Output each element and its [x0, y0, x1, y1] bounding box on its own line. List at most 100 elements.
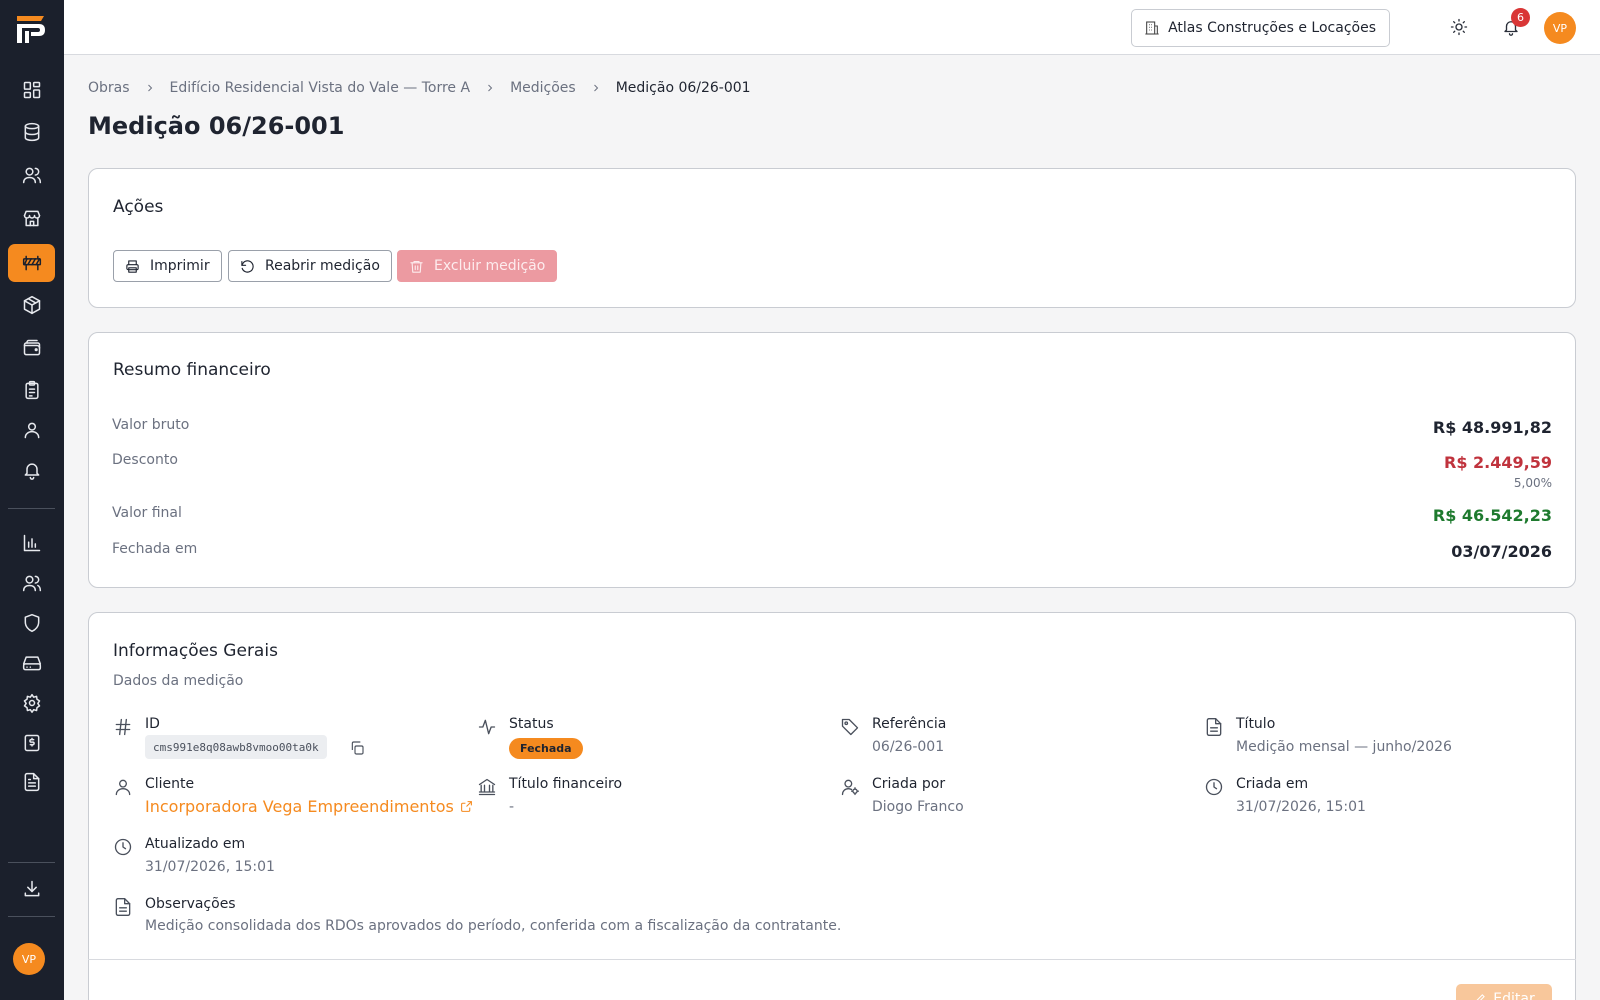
sidebar-item-store[interactable] — [8, 199, 55, 237]
financial-title-label: Título financeiro — [509, 776, 623, 792]
reference-value: 06/26-001 — [872, 739, 945, 755]
company-selector-button[interactable]: Atlas Construções e Locações — [1131, 9, 1390, 47]
breadcrumb-medicoes[interactable]: Medições — [510, 80, 576, 96]
breadcrumb-obras[interactable]: Obras — [88, 80, 130, 96]
sidebar-item-packages[interactable] — [8, 286, 55, 324]
sidebar-item-reports[interactable] — [8, 524, 55, 562]
delete-label: Excluir medição — [434, 258, 546, 274]
theme-toggle-button[interactable] — [1448, 16, 1470, 38]
trash-icon — [410, 260, 423, 273]
sidebar-item-settings[interactable] — [8, 684, 55, 722]
reopen-label: Reabrir medição — [265, 258, 380, 274]
id-value: cms991e8q08awb8vmoo00ta0k — [145, 735, 327, 759]
user-cog-icon — [840, 777, 860, 797]
download-icon — [24, 880, 39, 897]
closed-value: 03/07/2026 — [1451, 542, 1552, 561]
user-icon — [24, 422, 39, 439]
discount-label: Desconto — [112, 452, 178, 468]
app-logo[interactable] — [14, 12, 48, 46]
gross-label: Valor bruto — [112, 417, 190, 433]
copy-icon[interactable] — [349, 740, 365, 756]
updated-at-label: Atualizado em — [145, 836, 246, 852]
breadcrumb-obra[interactable]: Edifício Residencial Vista do Vale — Tor… — [170, 80, 471, 96]
sidebar-item-billing[interactable] — [8, 724, 55, 762]
sidebar-item-database[interactable] — [8, 113, 55, 151]
financial-title: Resumo financeiro — [113, 360, 271, 380]
hash-icon — [113, 717, 133, 737]
sidebar-avatar[interactable]: VP — [13, 943, 45, 975]
client-name: Incorporadora Vega Empreendimentos — [145, 797, 454, 816]
info-subtitle: Dados da medição — [113, 673, 244, 689]
final-label: Valor final — [112, 505, 182, 521]
pencil-icon — [1476, 994, 1486, 1000]
financial-title-value: - — [509, 799, 515, 815]
page-title: Medição 06/26-001 — [88, 112, 345, 140]
package-icon — [23, 295, 40, 315]
notes-label: Observações — [145, 896, 236, 912]
actions-card: Ações — [88, 168, 1576, 308]
sidebar-item-dashboard[interactable] — [8, 71, 55, 109]
activity-icon — [477, 717, 497, 737]
user-icon — [113, 777, 133, 797]
discount-value: R$ 2.449,59 — [1444, 453, 1552, 472]
team-icon — [22, 575, 41, 592]
created-at-label: Criada em — [1236, 776, 1309, 792]
settings-icon — [23, 693, 40, 713]
client-label: Cliente — [145, 776, 195, 792]
final-value: R$ 46.542,23 — [1432, 506, 1552, 525]
bank-icon — [477, 777, 497, 797]
discount-percent: 5,00% — [1513, 476, 1552, 490]
sidebar-item-notifications[interactable] — [8, 451, 55, 489]
created-at-value: 31/07/2026, 15:01 — [1236, 799, 1366, 815]
id-label: ID — [145, 716, 160, 732]
delete-button[interactable]: Excluir medição — [397, 250, 558, 282]
reopen-button[interactable]: Reabrir medição — [228, 250, 392, 282]
clock-icon — [1204, 777, 1224, 797]
construction-barrier-icon — [22, 255, 41, 271]
print-button[interactable]: Imprimir — [113, 250, 222, 282]
sidebar-item-team[interactable] — [8, 564, 55, 602]
sidebar-item-clipboard[interactable] — [8, 371, 55, 409]
external-link-icon — [460, 801, 472, 812]
user-avatar[interactable]: VP — [1544, 12, 1576, 44]
bar-chart-icon — [23, 534, 40, 552]
card-footer-divider — [88, 959, 1576, 960]
sidebar-item-profile[interactable] — [8, 411, 55, 449]
status-label: Status — [509, 716, 554, 732]
top-bar: Atlas Construções e Locações — [64, 0, 1600, 55]
info-title: Informações Gerais — [113, 641, 278, 661]
sidebar-divider — [8, 508, 55, 509]
chevron-right-icon — [484, 82, 496, 94]
file-text-icon — [24, 772, 39, 792]
rotate-ccw-icon — [241, 259, 254, 273]
edit-label: Editar — [1493, 991, 1535, 1000]
sidebar-item-obras[interactable] — [8, 244, 55, 282]
sidebar-item-wallet[interactable] — [8, 329, 55, 367]
chevron-right-icon — [144, 82, 156, 94]
notes-value: Medição consolidada dos RDOs aprovados d… — [145, 918, 842, 934]
sidebar-item-documents[interactable] — [8, 763, 55, 801]
bell-icon — [24, 463, 39, 480]
dashboard-icon — [23, 81, 40, 99]
printer-icon — [126, 259, 139, 273]
sidebar-item-users[interactable] — [8, 156, 55, 194]
sidebar-item-storage[interactable] — [8, 644, 55, 682]
title-label: Título — [1236, 716, 1276, 732]
actions-title: Ações — [113, 197, 164, 217]
store-icon — [23, 210, 40, 227]
notification-count-badge: 6 — [1511, 8, 1530, 27]
status-badge: Fechada — [509, 738, 583, 759]
wallet-icon — [23, 339, 40, 356]
created-by-value: Diogo Franco — [872, 799, 964, 815]
sidebar-divider — [8, 862, 55, 863]
print-label: Imprimir — [150, 258, 210, 274]
client-link[interactable]: Incorporadora Vega Empreendimentos — [145, 797, 473, 816]
sidebar-item-security[interactable] — [8, 604, 55, 642]
sidebar-item-download[interactable] — [8, 870, 55, 908]
chevron-right-icon — [590, 82, 602, 94]
breadcrumb: Obras Edifício Residencial Vista do Vale… — [88, 80, 751, 96]
users-icon — [22, 167, 41, 184]
closed-label: Fechada em — [112, 541, 198, 557]
edit-button[interactable]: Editar — [1456, 984, 1552, 1000]
sidebar-divider — [8, 916, 55, 917]
